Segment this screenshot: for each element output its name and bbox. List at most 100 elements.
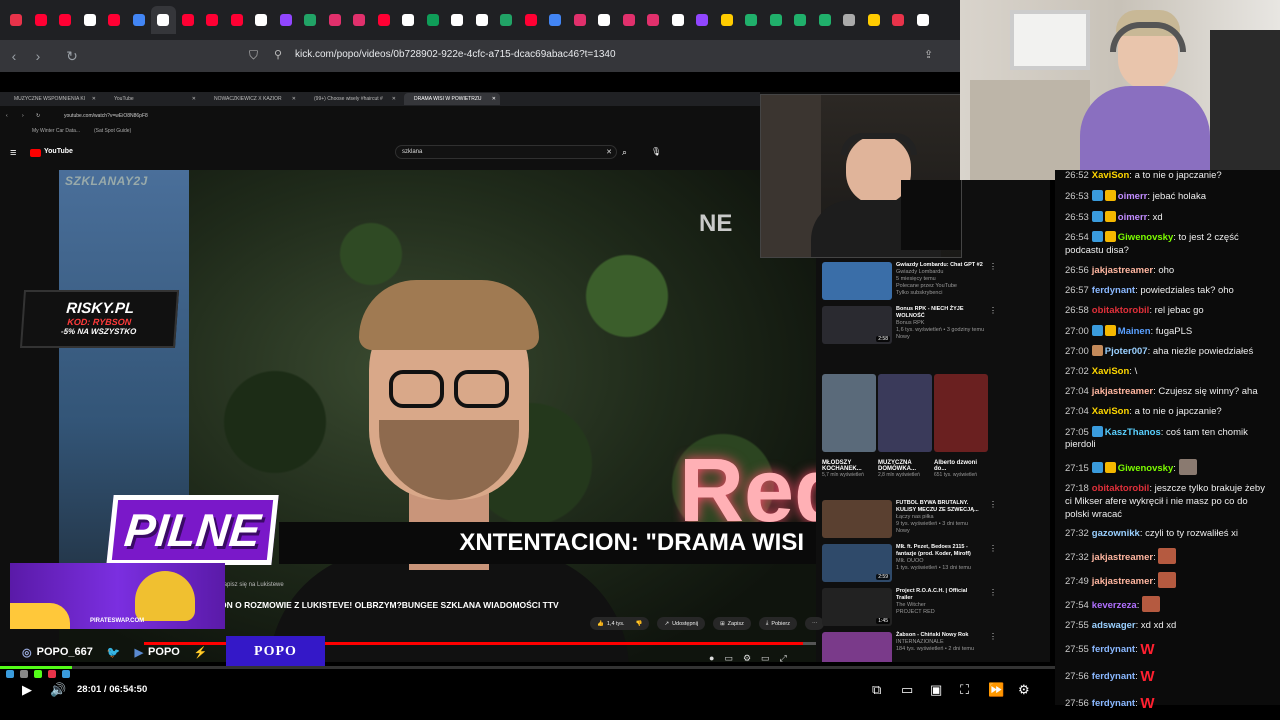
chat-username[interactable]: XaviSon — [1092, 170, 1130, 181]
chat-username[interactable]: jakjastreamer — [1092, 552, 1153, 563]
speed-icon[interactable]: ⏩ — [988, 682, 1004, 698]
related-video[interactable]: 1:45 Project R.O.A.C.H. | Official Traile… — [822, 588, 997, 626]
browser-tab[interactable] — [543, 6, 568, 34]
save-button[interactable]: ⊞ Zapisz — [713, 617, 751, 630]
bookmark-item[interactable]: (Sat Spot Guide) — [94, 128, 131, 134]
browser-tab[interactable] — [764, 6, 789, 34]
site-settings-icon[interactable]: ⚲ — [274, 48, 282, 61]
close-icon[interactable]: ✕ — [192, 96, 196, 102]
reload-icon[interactable]: ↻ — [62, 48, 82, 65]
browser-tab[interactable] — [715, 6, 740, 34]
browser-tab[interactable] — [176, 6, 201, 34]
chat-username[interactable]: jakjastreamer — [1092, 386, 1153, 397]
like-button[interactable]: 👍 1,4 tys. 👎 — [590, 617, 650, 630]
browser-tab[interactable] — [78, 6, 103, 34]
theater-icon[interactable]: ▭ — [761, 653, 770, 662]
microphone-icon[interactable]: 🎙 — [651, 147, 661, 156]
related-video[interactable]: FUTBOL BYWA BRUTALNY. KULISY MECZU ZE SZ… — [822, 500, 997, 538]
browser-tab[interactable] — [396, 6, 421, 34]
chat-username[interactable]: adswager — [1092, 620, 1136, 631]
chat-username[interactable]: jakjastreamer — [1092, 576, 1153, 587]
menu-icon[interactable]: ≡ — [10, 147, 16, 159]
browser-tab[interactable] — [666, 6, 691, 34]
browser-tab[interactable] — [641, 6, 666, 34]
more-icon[interactable]: ⋮ — [989, 632, 997, 662]
browser-tab[interactable] — [519, 6, 544, 34]
chat-username[interactable]: keverzeza — [1092, 600, 1137, 611]
taskbar-app-icon[interactable] — [6, 670, 14, 678]
settings-icon[interactable]: ⚙ — [743, 653, 751, 662]
browser-tab[interactable] — [788, 6, 813, 34]
chat-username[interactable]: oimerr — [1118, 212, 1148, 223]
chat-username[interactable]: Giwenovsky — [1118, 232, 1173, 243]
chat-username[interactable]: XaviSon — [1092, 366, 1130, 377]
close-icon[interactable]: ✕ — [392, 96, 396, 102]
short-label[interactable]: Alberto dzwoni do... 651 tys. wyświetleń — [934, 460, 988, 478]
share-icon[interactable]: ⇪ — [924, 48, 933, 61]
related-video[interactable]: 2:58 Bonus RPK - NIECH ŻYJE WOLNOŚĆ Bonus … — [822, 306, 997, 344]
browser-tab[interactable] — [127, 6, 152, 34]
thumb-down-icon[interactable]: 👎 — [636, 621, 643, 627]
share-button[interactable]: ↗ Udostępnij — [657, 617, 706, 630]
more-icon[interactable]: ⋮ — [989, 262, 997, 300]
clear-icon[interactable]: ✕ — [606, 148, 612, 156]
short-thumbnail[interactable] — [822, 374, 876, 452]
fullscreen-icon[interactable]: ⛶ — [960, 682, 969, 698]
browser-tab[interactable] — [200, 6, 225, 34]
fullscreen-icon[interactable]: ⤢ — [780, 653, 787, 662]
chat-username[interactable]: KaszThanos — [1105, 427, 1161, 438]
close-icon[interactable]: ✕ — [292, 96, 296, 102]
browser-tab[interactable] — [151, 6, 176, 34]
video-thumbnail[interactable] — [822, 500, 892, 538]
browser-tab[interactable] — [347, 6, 372, 34]
video-thumbnail[interactable]: 1:45 — [822, 588, 892, 626]
more-icon[interactable]: ⋮ — [989, 544, 997, 582]
more-icon[interactable]: ⋮ — [989, 588, 997, 626]
video-thumbnail[interactable]: 2:59 — [822, 544, 892, 582]
youtube-logo-text[interactable]: YouTube — [44, 148, 73, 155]
inner-tab[interactable]: NOWACZKIEWICZ X KAZIOR ✕ — [204, 93, 300, 105]
url-text[interactable]: kick.com/popo/videos/0b728902-922e-4cfc-… — [295, 49, 616, 60]
cinema-icon[interactable]: ▣ — [930, 682, 942, 698]
browser-tab[interactable] — [4, 6, 29, 34]
browser-tab[interactable] — [421, 6, 446, 34]
browser-tab[interactable] — [862, 6, 887, 34]
video-thumbnail[interactable] — [822, 632, 892, 662]
bookmark-item[interactable]: My Winter Car Data... — [32, 128, 80, 134]
download-button[interactable]: ⤓ Pobierz — [758, 617, 797, 630]
browser-tab[interactable] — [886, 6, 911, 34]
browser-tab[interactable] — [53, 6, 78, 34]
related-video[interactable]: Żabson - Chiński Nowy Rok INTERNAZIONALE 1… — [822, 632, 997, 662]
short-label[interactable]: MŁODSZY KOCHANEK... 5,7 mln wyświetleń — [822, 460, 876, 478]
browser-tab[interactable] — [592, 6, 617, 34]
inner-url[interactable]: youtube.com/watch?v=wEiO8N86pF8 — [64, 113, 148, 119]
browser-tab[interactable] — [274, 6, 299, 34]
youtube-search-input[interactable]: szklana ✕ — [395, 145, 617, 159]
chat-username[interactable]: ferdynant — [1092, 671, 1135, 682]
close-icon[interactable]: ✕ — [92, 96, 96, 102]
browser-tab[interactable] — [690, 6, 715, 34]
bookmark-icon[interactable]: ⛉ — [249, 48, 258, 63]
related-video[interactable]: Gwiazdy Lombardu: Chat GPT #2 Gwiazdy Lom… — [822, 262, 997, 300]
chat-username[interactable]: ferdynant — [1092, 285, 1135, 296]
short-thumbnail[interactable] — [878, 374, 932, 452]
browser-tab[interactable] — [617, 6, 642, 34]
browser-tab[interactable] — [249, 6, 274, 34]
chat-username[interactable]: obitaktorobil — [1092, 305, 1150, 316]
inner-tab[interactable]: DRAMA WISI W POWIETRZU ✕ — [404, 93, 500, 105]
video-thumbnail[interactable] — [822, 262, 892, 300]
browser-tab[interactable] — [739, 6, 764, 34]
chat-username[interactable]: Mainen — [1118, 326, 1151, 337]
back-icon[interactable]: ‹ — [4, 48, 24, 64]
chat-username[interactable]: oimerr — [1118, 191, 1148, 202]
browser-tab[interactable] — [911, 6, 936, 34]
chat-username[interactable]: obitaktorobil — [1092, 483, 1150, 494]
play-icon[interactable]: ▶ — [22, 682, 32, 698]
inner-reload-icon[interactable]: ↻ — [36, 113, 40, 119]
channel-subscribe-line[interactable]: Zapisz się na Lukistewe — [220, 582, 284, 588]
volume-icon[interactable]: 🔊 — [50, 682, 66, 698]
video-thumbnail[interactable]: 2:58 — [822, 306, 892, 344]
vod-progress-bar[interactable] — [0, 666, 1055, 669]
subtitles-icon[interactable]: ▭ — [724, 653, 733, 662]
browser-tab[interactable] — [445, 6, 470, 34]
